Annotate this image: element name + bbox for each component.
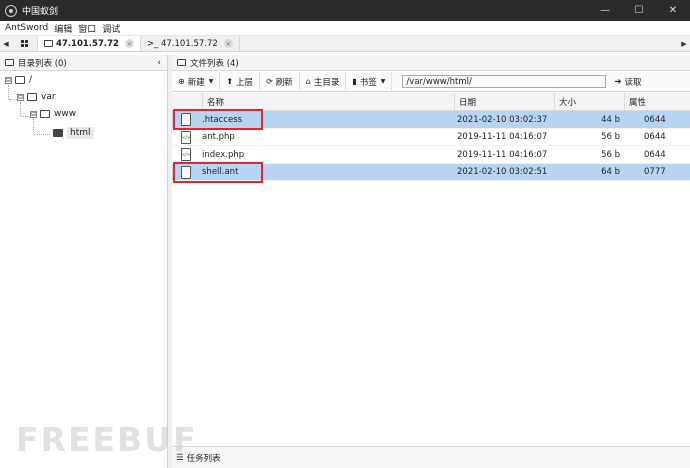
- file-row[interactable]: shell.ant 2021-02-10 03:02:51 64 b 0777: [172, 161, 690, 183]
- refresh-button[interactable]: ⟳ 刷新: [260, 71, 300, 92]
- file-row[interactable]: ant.php 2019-11-11 04:16:07 56 b 0644: [172, 129, 690, 146]
- window-title: 中国蚁剑: [22, 7, 59, 17]
- up-button[interactable]: ⬆ 上层: [220, 71, 261, 92]
- maximize-button[interactable]: ☐: [622, 0, 656, 21]
- minimize-button[interactable]: —: [588, 0, 622, 21]
- tree-node-label: /: [29, 75, 33, 85]
- refresh-label: 刷新: [275, 77, 293, 88]
- tree-node-var[interactable]: ⊟ var: [17, 92, 56, 102]
- file-date: 2021-02-10 03:02:51: [457, 167, 548, 177]
- folder-icon: [44, 40, 53, 47]
- plus-circle-icon: ⊕: [178, 77, 185, 86]
- menu-edit[interactable]: 编辑: [54, 22, 72, 35]
- menu-debug[interactable]: 调试: [102, 22, 120, 35]
- bookmark-icon: ▮: [352, 77, 357, 86]
- tree-toggle[interactable]: ⊟: [30, 110, 37, 118]
- code-file-icon: [181, 148, 191, 161]
- watermark: FREEBUF: [16, 420, 198, 459]
- tree-node-label: var: [41, 92, 56, 102]
- home-label: 主目录: [313, 77, 340, 88]
- annotation-highlight-box: [173, 109, 263, 130]
- file-attr: 0777: [644, 167, 666, 177]
- folder-open-icon: [40, 110, 50, 118]
- file-date: 2019-11-11 04:16:07: [457, 149, 548, 160]
- file-grid: 名称 日期 大小 属性 .htaccess 2021-02-10 03:02:37…: [172, 93, 690, 183]
- close-button[interactable]: ✕: [656, 0, 690, 21]
- file-attr: 0644: [644, 114, 666, 125]
- tab-terminal[interactable]: >_ 47.101.57.72 ×: [141, 36, 240, 51]
- code-file-icon: [181, 130, 191, 144]
- tab-bar: ◀ 47.101.57.72 × >_ 47.101.57.72 × ▶: [0, 36, 690, 52]
- tree-node-root[interactable]: ⊟ /: [5, 75, 32, 85]
- column-size[interactable]: 大小: [554, 93, 624, 111]
- tree-toggle[interactable]: ⊟: [5, 76, 12, 84]
- folder-open-icon: [27, 93, 37, 101]
- tree-node-html[interactable]: html: [53, 127, 94, 139]
- folder-icon: [177, 59, 186, 66]
- tab-close-icon[interactable]: ×: [124, 39, 134, 48]
- tab-close-icon[interactable]: ×: [223, 39, 233, 48]
- collapse-left-icon[interactable]: ‹: [157, 58, 161, 68]
- folder-open-icon: [15, 76, 25, 84]
- file-panel: 文件列表 (4) ⊕ 新建 ▼ ⬆ 上层 ⟳ 刷新 ⌂ 主目录 ▮ 书签 ▼ /…: [172, 55, 690, 468]
- app-logo-icon: [5, 4, 17, 17]
- annotation-highlight-box: [173, 161, 263, 183]
- directory-panel: 目录列表 (0) ‹ ⊟ / ⊟ var ⊟ www html: [0, 55, 168, 468]
- file-attr: 0644: [644, 149, 666, 160]
- tab-scroll-right-icon[interactable]: ▶: [678, 36, 690, 51]
- file-size: 64 b: [601, 167, 620, 177]
- directory-panel-header: 目录列表 (0) ‹: [0, 55, 167, 71]
- menu-window[interactable]: 窗口: [78, 22, 96, 35]
- home-grid-icon[interactable]: [12, 36, 38, 51]
- tree-toggle[interactable]: ⊟: [17, 93, 24, 101]
- refresh-icon: ⟳: [266, 77, 273, 86]
- file-name: ant.php: [202, 132, 235, 142]
- bookmark-label: 书签: [359, 77, 377, 88]
- file-name: index.php: [202, 149, 245, 160]
- path-input[interactable]: /var/www/html/: [402, 75, 607, 88]
- tab-scroll-left-icon[interactable]: ◀: [0, 36, 12, 51]
- tree-node-www[interactable]: ⊟ www: [30, 109, 76, 119]
- file-size: 44 b: [601, 114, 620, 125]
- task-bar[interactable]: ☰ 任务列表: [172, 446, 690, 468]
- file-toolbar: ⊕ 新建 ▼ ⬆ 上层 ⟳ 刷新 ⌂ 主目录 ▮ 书签 ▼ /var/www/h…: [172, 71, 690, 92]
- file-attr: 0644: [644, 132, 666, 142]
- new-button[interactable]: ⊕ 新建 ▼: [172, 71, 221, 92]
- bookmark-button[interactable]: ▮ 书签 ▼: [346, 71, 393, 92]
- menu-bar: AntSword 编辑 窗口 调试: [0, 21, 690, 36]
- title-bar: 中国蚁剑 — ☐ ✕: [0, 0, 690, 21]
- file-panel-title: 文件列表 (4): [190, 58, 239, 69]
- tab-label: >_ 47.101.57.72: [146, 38, 218, 49]
- file-date: 2021-02-10 03:02:37: [457, 114, 548, 125]
- up-label: 上层: [236, 77, 254, 88]
- file-row[interactable]: .htaccess 2021-02-10 03:02:37 44 b 0644: [172, 109, 690, 130]
- tree-node-label: html: [67, 127, 94, 139]
- column-date[interactable]: 日期: [454, 93, 554, 111]
- directory-panel-title: 目录列表 (0): [18, 58, 67, 69]
- file-date: 2019-11-11 04:16:07: [457, 132, 548, 142]
- file-size: 56 b: [601, 132, 620, 142]
- home-button[interactable]: ⌂ 主目录: [300, 71, 347, 92]
- read-button[interactable]: ➜ 读取: [614, 76, 641, 88]
- home-icon: ⌂: [305, 77, 311, 86]
- tab-label: 47.101.57.72: [56, 38, 119, 49]
- file-rows: .htaccess2021-02-10 03:02:3744 b0644ant.…: [172, 109, 690, 183]
- chevron-down-icon: ▼: [380, 78, 386, 85]
- chevron-down-icon: ▼: [208, 78, 214, 85]
- arrow-up-icon: ⬆: [226, 77, 234, 86]
- folder-icon: [53, 129, 63, 137]
- new-label: 新建: [187, 77, 205, 88]
- read-label: 读取: [624, 77, 642, 88]
- folder-icon: [5, 59, 14, 66]
- tab-filemanager[interactable]: 47.101.57.72 ×: [38, 36, 141, 51]
- tree-node-label: www: [54, 109, 77, 119]
- arrow-right-icon: ➜: [614, 76, 622, 87]
- file-panel-header: 文件列表 (4): [172, 55, 690, 71]
- file-size: 56 b: [601, 149, 620, 160]
- menu-antsword[interactable]: AntSword: [5, 23, 48, 33]
- column-attr[interactable]: 属性: [624, 93, 690, 111]
